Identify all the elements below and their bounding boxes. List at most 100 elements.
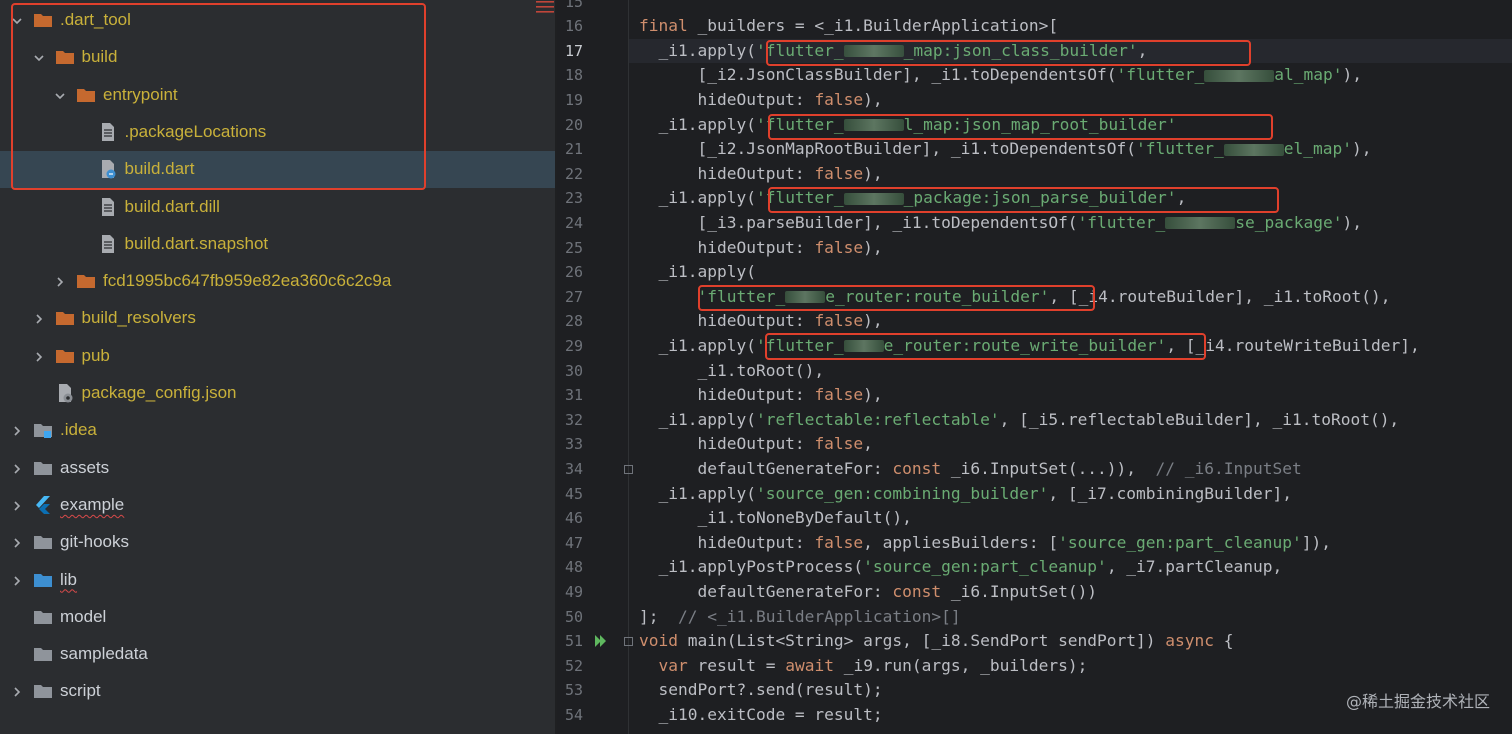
- tree-item[interactable]: assets: [0, 450, 555, 487]
- tree-item[interactable]: build.dart.snapshot: [0, 226, 555, 263]
- folder-icon: [55, 346, 75, 366]
- tree-item[interactable]: package_config.json: [0, 375, 555, 412]
- folder-icon: [33, 644, 53, 664]
- code-line[interactable]: hideOutput: false, appliesBuilders: ['so…: [639, 531, 1331, 556]
- chevron-right-icon[interactable]: [10, 498, 24, 512]
- code-token: _i10.exitCode = result;: [639, 704, 883, 724]
- tree-item[interactable]: script: [0, 673, 555, 710]
- tree-item[interactable]: build.dart: [0, 151, 555, 189]
- code-token: _i1.applyPostProcess(: [639, 557, 864, 577]
- code-line[interactable]: var result = await _i9.run(args, _builde…: [639, 654, 1088, 679]
- code-line[interactable]: _i1.apply('flutter_ e_router:route_write_…: [639, 334, 1419, 359]
- line-number: 21: [564, 140, 583, 159]
- code-line[interactable]: _i1.apply('source_gen:combining_builder'…: [639, 482, 1292, 507]
- code-token: ]),: [1301, 532, 1331, 552]
- line-number: 30: [564, 361, 583, 380]
- code-token: 'flutter_: [755, 114, 844, 134]
- code-line[interactable]: hideOutput: false),: [639, 383, 882, 408]
- code-line[interactable]: _i1.apply(: [639, 260, 755, 285]
- code-line[interactable]: _i1.applyPostProcess('source_gen:part_cl…: [639, 555, 1282, 580]
- line-number: 22: [564, 164, 583, 183]
- tree-item[interactable]: .dart_tool: [0, 2, 555, 39]
- code-line[interactable]: 'flutter_ e_router:route_builder', [_i4.r…: [639, 285, 1390, 310]
- tree-item[interactable]: model: [0, 599, 555, 636]
- code-line[interactable]: _i1.apply('flutter_ _map:json_class_build…: [639, 39, 1147, 64]
- tree-item[interactable]: build.dart.dill: [0, 189, 555, 226]
- code-token: ),: [863, 311, 883, 331]
- tree-item[interactable]: lib: [0, 562, 555, 599]
- code-token: 'flutter_: [755, 188, 844, 208]
- code-token: const: [892, 581, 942, 601]
- chevron-right-icon[interactable]: [10, 684, 24, 698]
- tree-item[interactable]: example: [0, 487, 555, 524]
- code-line[interactable]: _i1.toRoot(),: [639, 359, 824, 384]
- line-number: 53: [564, 681, 583, 700]
- code-token: e_router:route_builder': [825, 286, 1050, 306]
- code-token: , _i7.partCleanup,: [1106, 557, 1283, 577]
- tree-item[interactable]: .idea: [0, 412, 555, 449]
- code-token: false: [814, 385, 864, 405]
- code-token: ,: [863, 434, 873, 454]
- code-token: , [_i7.combiningBuilder],: [1048, 483, 1292, 503]
- code-editor[interactable]: 15 16 17 18 19 20 21 22 23 24 25 26 27 28 29 30 31 32 33 34…: [557, 0, 1512, 734]
- tree-item[interactable]: .packageLocations: [0, 114, 555, 151]
- code-line[interactable]: [_i2.JsonMapRootBuilder], _i1.toDependen…: [639, 137, 1371, 162]
- code-line[interactable]: void main(List<String> args, [_i8.SendPo…: [639, 629, 1234, 654]
- code-line[interactable]: final _builders = <_i1.BuilderApplicatio…: [639, 14, 1058, 39]
- tree-item-label: build.dart.snapshot: [124, 233, 269, 253]
- code-token: [_i2.JsonMapRootBuilder], _i1.toDependen…: [639, 139, 1137, 159]
- fold-toggle-icon[interactable]: [624, 637, 633, 647]
- folder-icon: [33, 10, 53, 30]
- tree-item[interactable]: build: [0, 39, 555, 76]
- code-token: false: [814, 163, 864, 183]
- chevron-right-icon[interactable]: [32, 311, 46, 325]
- code-line[interactable]: ]; // <_i1.BuilderApplication>[]: [639, 605, 961, 630]
- chevron-down-icon[interactable]: [32, 50, 46, 64]
- code-token: _i1.apply(: [639, 114, 756, 134]
- code-line[interactable]: [_i3.parseBuilder], _i1.toDependentsOf('…: [639, 211, 1362, 236]
- code-token: hideOutput:: [639, 237, 815, 257]
- code-line[interactable]: hideOutput: false),: [639, 309, 883, 334]
- redacted-text: [843, 45, 904, 58]
- code-line[interactable]: hideOutput: false,: [639, 432, 873, 457]
- tree-item[interactable]: sampledata: [0, 636, 555, 673]
- line-number: 49: [564, 582, 583, 601]
- code-line[interactable]: hideOutput: false),: [639, 236, 882, 261]
- chevron-right-icon[interactable]: [10, 573, 24, 587]
- chevron-right-icon[interactable]: [10, 423, 24, 437]
- code-token: , [_i5.reflectableBuilder], _i1.toRoot()…: [999, 409, 1400, 429]
- tree-item-label: build_resolvers: [81, 308, 196, 328]
- tree-item[interactable]: build_resolvers: [0, 300, 555, 337]
- line-number: 16: [564, 17, 583, 36]
- tree-item[interactable]: fcd1995bc647fb959e82ea360c6c2c9a: [0, 263, 555, 300]
- code-token: al_map': [1274, 65, 1343, 85]
- run-icon[interactable]: [593, 633, 609, 653]
- code-token: _map:json_class_builder': [903, 40, 1138, 60]
- folder-icon: [33, 607, 53, 627]
- tree-item-label: build.dart.dill: [124, 196, 220, 216]
- code-line[interactable]: _i1.toNoneByDefault(),: [639, 506, 911, 531]
- fold-toggle-icon[interactable]: [624, 464, 633, 474]
- code-line[interactable]: _i1.apply('reflectable:reflectable', [_i…: [639, 408, 1399, 433]
- chevron-right-icon[interactable]: [53, 274, 67, 288]
- code-line[interactable]: [_i2.JsonClassBuilder], _i1.toDependents…: [639, 63, 1362, 88]
- chevron-down-icon[interactable]: [10, 13, 24, 27]
- code-line[interactable]: defaultGenerateFor: const _i6.InputSet()…: [639, 580, 1097, 605]
- chevron-right-icon[interactable]: [10, 461, 24, 475]
- code-token: ),: [1342, 65, 1363, 85]
- code-line[interactable]: _i1.apply('flutter_ l_map:json_map_root_b…: [639, 113, 1176, 138]
- chevron-right-icon[interactable]: [10, 535, 24, 549]
- chevron-right-icon[interactable]: [32, 349, 46, 363]
- chevron-down-icon[interactable]: [53, 88, 67, 102]
- code-line[interactable]: _i10.exitCode = result;: [639, 703, 883, 728]
- code-line[interactable]: hideOutput: false),: [639, 88, 882, 113]
- code-token: , [_i4.routeBuilder], _i1.toRoot(),: [1049, 286, 1391, 306]
- code-line[interactable]: _i1.apply('flutter_ _package:json_parse_b…: [639, 186, 1186, 211]
- tree-item[interactable]: pub: [0, 338, 555, 375]
- tree-item[interactable]: entrypoint: [0, 77, 555, 114]
- code-line[interactable]: hideOutput: false),: [639, 162, 882, 187]
- hamburger-menu-icon[interactable]: [536, 0, 554, 14]
- tree-item[interactable]: git-hooks: [0, 524, 555, 561]
- code-line[interactable]: sendPort?.send(result);: [639, 678, 882, 703]
- code-line[interactable]: defaultGenerateFor: const _i6.InputSet(.…: [639, 457, 1301, 482]
